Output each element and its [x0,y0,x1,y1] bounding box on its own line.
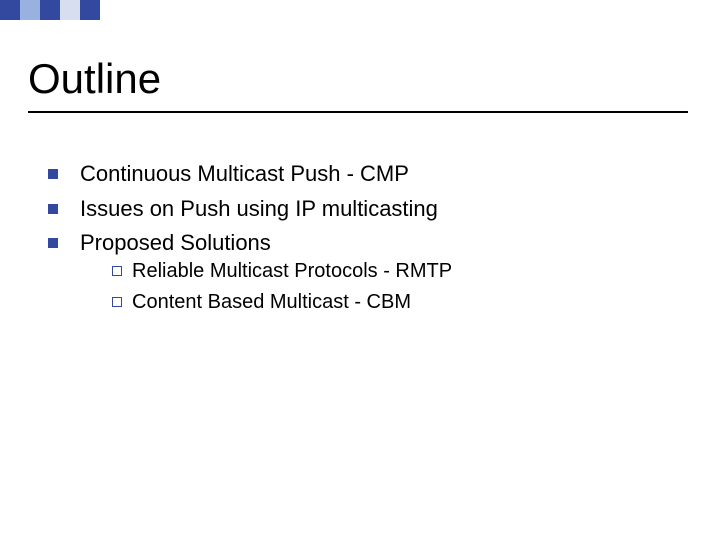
list-item-text: Proposed Solutions [80,229,670,258]
list-item: Proposed Solutions Reliable Multicast Pr… [48,229,670,320]
title-rule [28,111,688,113]
sub-list: Reliable Multicast Protocols - RMTP Cont… [112,258,670,316]
title-area: Outline [28,55,680,113]
square-bullet-icon [48,169,58,179]
list-item: Issues on Push using IP multicasting [48,195,670,224]
list-item-text: Issues on Push using IP multicasting [80,195,438,224]
accent-square-icon [40,0,60,20]
list-item: Continuous Multicast Push - CMP [48,160,670,189]
accent-square-icon [20,0,40,20]
accent-square-icon [0,0,20,20]
square-bullet-icon [48,204,58,214]
accent-square-icon [80,0,100,20]
sub-list-item: Reliable Multicast Protocols - RMTP [112,258,670,285]
accent-top [0,0,100,20]
accent-square-icon [60,0,80,20]
slide-title: Outline [28,55,680,103]
hollow-square-bullet-icon [112,297,122,307]
slide: Outline Continuous Multicast Push - CMP … [0,0,720,540]
square-bullet-icon [48,238,58,248]
sub-list-item-text: Reliable Multicast Protocols - RMTP [132,258,452,285]
sub-list-item-text: Content Based Multicast - CBM [132,289,411,316]
hollow-square-bullet-icon [112,266,122,276]
list-item-text: Continuous Multicast Push - CMP [80,160,409,189]
body-area: Continuous Multicast Push - CMP Issues o… [48,160,670,326]
sub-list-item: Content Based Multicast - CBM [112,289,670,316]
